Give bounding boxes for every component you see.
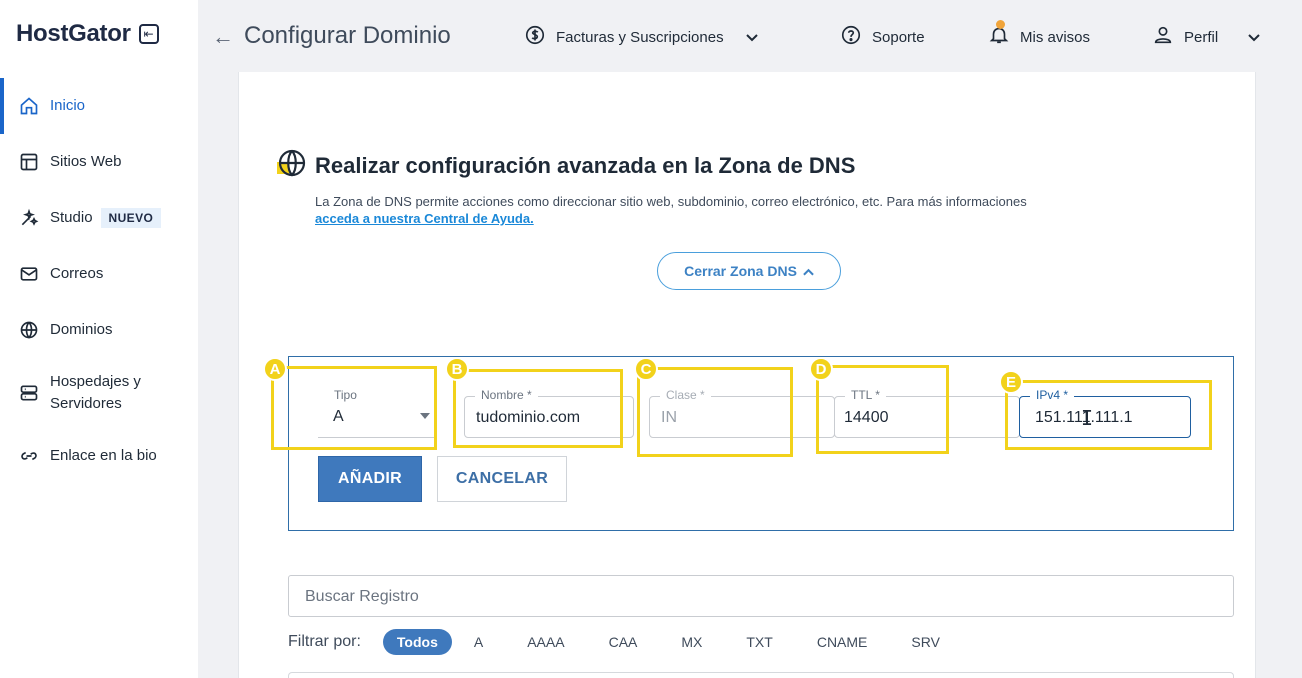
chevron-down-icon <box>1248 29 1260 45</box>
records-table <box>288 672 1234 678</box>
section-title: Realizar configuración avanzada en la Zo… <box>315 152 856 178</box>
help-center-link[interactable]: acceda a nuestra Central de Ayuda. <box>315 211 534 226</box>
profile-label: Perfil <box>1184 28 1219 46</box>
filter-chip-a[interactable]: A <box>460 629 497 655</box>
sidebar-item-enlace-bio[interactable]: Enlace en la bio <box>0 428 198 484</box>
filter-bar: Filtrar por: Todos A AAAA CAA MX TXT CNA… <box>288 629 962 655</box>
page-title: Configurar Dominio <box>244 22 451 49</box>
profile-menu[interactable]: Perfil <box>1152 24 1260 50</box>
filter-chip-srv[interactable]: SRV <box>897 629 954 655</box>
sidebar-item-label: Hospedajes y Servidores <box>50 373 141 412</box>
top-bar: ← Configurar Dominio Facturas y Suscripc… <box>198 0 1302 72</box>
filter-label: Filtrar por: <box>288 633 361 650</box>
support-label: Soporte <box>872 28 925 46</box>
notices-link[interactable]: Mis avisos <box>988 20 1091 50</box>
notices-label: Mis avisos <box>1020 28 1091 46</box>
home-icon <box>18 95 40 117</box>
back-arrow-icon[interactable]: ← <box>212 24 234 50</box>
filter-chip-cname[interactable]: CNAME <box>803 629 882 655</box>
close-dns-zone-button[interactable]: Cerrar Zona DNS <box>657 252 841 290</box>
sidebar-item-label: Sitios Web <box>50 153 122 170</box>
search-placeholder: Buscar Registro <box>305 588 419 605</box>
support-link[interactable]: Soporte <box>840 24 925 50</box>
filter-chip-todos[interactable]: Todos <box>382 629 452 655</box>
annotation-badge-c: C <box>634 357 658 381</box>
annotation-box-a <box>271 366 437 450</box>
help-circle-icon <box>840 24 862 50</box>
sidebar-item-label: Studio <box>50 209 93 226</box>
cancel-button[interactable]: CANCELAR <box>437 456 567 502</box>
sidebar-item-sitios-web[interactable]: Sitios Web <box>0 134 198 190</box>
user-icon <box>1152 24 1174 50</box>
sidebar-item-label: Enlace en la bio <box>50 447 157 464</box>
sidebar-item-label: Dominios <box>50 321 113 338</box>
search-record-input[interactable]: Buscar Registro <box>288 575 1234 617</box>
sidebar-item-inicio[interactable]: Inicio <box>0 78 198 134</box>
magic-wand-icon <box>18 207 40 229</box>
chevron-down-icon <box>745 29 758 45</box>
close-dns-zone-label: Cerrar Zona DNS <box>684 263 797 279</box>
link-icon <box>18 445 40 467</box>
filter-chip-mx[interactable]: MX <box>667 629 716 655</box>
annotation-box-d <box>816 365 949 454</box>
mail-icon <box>18 263 40 285</box>
hostgator-logo[interactable]: HostGator ⇤ <box>16 20 159 48</box>
annotation-badge-e: E <box>999 370 1023 394</box>
layout-icon <box>18 151 40 173</box>
section-description: La Zona de DNS permite acciones como dir… <box>315 194 1027 209</box>
sidebar-item-label: Correos <box>50 265 104 282</box>
logo-text: HostGator <box>16 20 131 47</box>
annotation-box-e <box>1005 380 1212 450</box>
annotation-badge-b: B <box>445 357 469 381</box>
sidebar-item-dominios[interactable]: Dominios <box>0 302 198 358</box>
dollar-circle-icon <box>524 24 546 50</box>
annotation-badge-a: A <box>263 357 287 381</box>
annotation-box-b <box>453 369 623 448</box>
sidebar-item-label: Inicio <box>50 97 86 114</box>
chevron-up-icon <box>803 263 814 279</box>
notification-dot <box>996 20 1005 29</box>
sidebar-item-studio[interactable]: Studio NUEVO <box>0 190 198 246</box>
globe-icon <box>277 148 307 183</box>
sidebar-item-correos[interactable]: Correos <box>0 246 198 302</box>
sidebar: HostGator ⇤ Inicio Sitios Web Studio NUE… <box>0 0 198 678</box>
billing-menu[interactable]: Facturas y Suscripciones <box>524 24 758 50</box>
server-icon <box>18 382 40 404</box>
collapse-sidebar-icon[interactable]: ⇤ <box>138 24 159 44</box>
filter-chip-caa[interactable]: CAA <box>595 629 652 655</box>
section-header: Realizar configuración avanzada en la Zo… <box>277 148 855 183</box>
new-badge: NUEVO <box>100 208 162 228</box>
dns-zone-panel: Realizar configuración avanzada en la Zo… <box>238 72 1256 678</box>
bell-icon <box>988 20 1010 50</box>
billing-label: Facturas y Suscripciones <box>556 28 724 46</box>
annotation-badge-d: D <box>809 357 833 381</box>
filter-chip-aaaa[interactable]: AAAA <box>513 629 578 655</box>
sidebar-item-hospedajes[interactable]: Hospedajes y Servidores <box>0 358 198 428</box>
annotation-box-c <box>637 367 793 457</box>
add-button[interactable]: AÑADIR <box>318 456 422 502</box>
filter-chip-txt[interactable]: TXT <box>732 629 786 655</box>
globe-icon <box>18 319 40 341</box>
sidebar-nav: Inicio Sitios Web Studio NUEVO Correos D… <box>0 78 198 484</box>
